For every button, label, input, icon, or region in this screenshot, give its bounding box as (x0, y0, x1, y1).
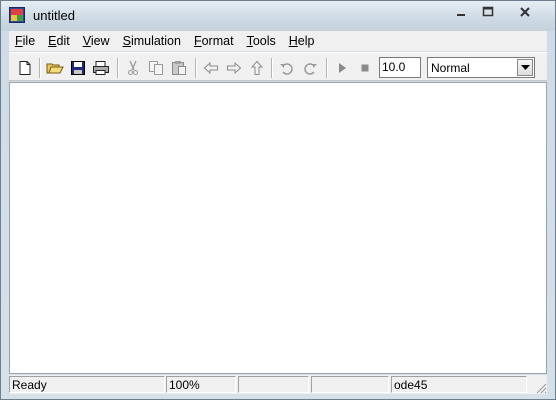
model-app-icon[interactable] (9, 7, 25, 23)
close-button[interactable] (512, 3, 538, 21)
status-cell-4 (311, 376, 389, 393)
simulation-mode-value: Normal (431, 61, 470, 75)
open-folder-icon (46, 63, 64, 74)
copy-button[interactable] (146, 58, 166, 78)
menu-help[interactable]: Help (289, 34, 315, 48)
stop-simulation-button[interactable] (355, 58, 375, 78)
paste-button[interactable] (169, 58, 189, 78)
chevron-down-icon (520, 64, 530, 70)
model-canvas[interactable] (9, 82, 547, 374)
menu-tools[interactable]: Tools (247, 34, 276, 48)
simulation-mode-select[interactable]: Normal (427, 57, 535, 78)
print-button[interactable] (91, 58, 111, 78)
new-model-button[interactable] (15, 58, 35, 78)
copy-icon (149, 61, 163, 75)
dropdown-arrow-button[interactable] (517, 59, 533, 76)
status-cell-3 (238, 376, 309, 393)
undo-button[interactable] (277, 58, 297, 78)
cut-button[interactable] (123, 58, 143, 78)
save-icon (71, 61, 85, 75)
menu-format[interactable]: Format (194, 34, 234, 48)
menu-file[interactable]: File (15, 34, 35, 48)
undo-icon (280, 63, 293, 75)
maximize-button[interactable] (475, 3, 501, 21)
menu-bar: File Edit View Simulation Format Tools H… (9, 31, 547, 51)
resize-grip-icon[interactable] (535, 382, 547, 394)
redo-button[interactable] (300, 58, 320, 78)
back-button[interactable] (201, 58, 221, 78)
forward-button[interactable] (224, 58, 244, 78)
minimize-button[interactable] (448, 3, 474, 21)
title-bar[interactable]: untitled (1, 1, 555, 31)
up-arrow-icon (250, 60, 264, 75)
start-simulation-button[interactable] (332, 58, 352, 78)
up-button[interactable] (247, 58, 267, 78)
stop-icon (361, 64, 369, 72)
simulink-window: untitled File Edit View Simulation Forma… (0, 0, 556, 400)
maximize-icon (482, 6, 494, 17)
paste-icon (172, 61, 186, 75)
menu-edit[interactable]: Edit (48, 34, 70, 48)
toolbar: 10.0 Normal (9, 52, 547, 81)
status-bar: Ready 100% ode45 (9, 375, 547, 394)
window-title: untitled (33, 8, 75, 23)
back-arrow-icon (203, 61, 218, 75)
new-file-icon (19, 61, 31, 75)
menu-view[interactable]: View (83, 34, 110, 48)
close-icon (520, 7, 530, 17)
minimize-icon (457, 14, 465, 16)
cut-icon (128, 60, 138, 75)
forward-arrow-icon (227, 61, 242, 75)
open-button[interactable] (45, 58, 65, 78)
play-icon (339, 63, 346, 73)
status-message: Ready (9, 376, 165, 393)
stop-time-input[interactable]: 10.0 (379, 57, 421, 78)
menu-simulation[interactable]: Simulation (123, 34, 181, 48)
redo-icon (304, 63, 317, 75)
save-button[interactable] (68, 58, 88, 78)
print-icon (93, 61, 109, 75)
zoom-level: 100% (166, 376, 236, 393)
solver-name: ode45 (391, 376, 527, 393)
